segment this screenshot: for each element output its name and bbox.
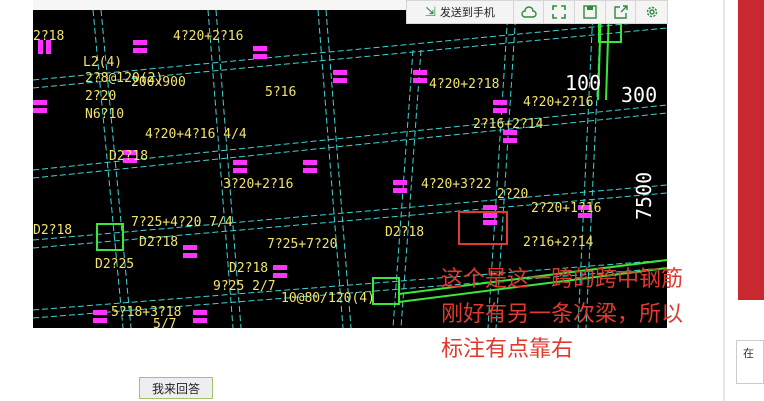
settings-icon (646, 6, 657, 18)
cad-label: 5?16 (265, 85, 296, 100)
cad-label: 5/7 (153, 317, 176, 328)
cad-label: 4?20+2?18 (429, 77, 499, 92)
viewer-toolbar: ⇲ 发送到手机 (406, 0, 668, 24)
send-to-phone-label: 发送到手机 (439, 6, 495, 19)
cad-label: 2?8@120(2) (85, 71, 163, 86)
settings-button[interactable] (636, 1, 667, 23)
cad-label: 9?25 2/7 (213, 279, 276, 294)
cloud-icon (521, 6, 537, 18)
annotation-line: 标注有点靠右 (441, 337, 574, 362)
save-button[interactable] (575, 1, 606, 23)
cad-label: 7?25+7?20 (267, 237, 337, 252)
cad-dimension: 7500 (632, 172, 656, 220)
cad-label: N6?10 (85, 107, 124, 122)
cad-label: L2(4) (83, 55, 122, 70)
cad-label: D2?18 (139, 235, 178, 250)
cad-label: 4?20+4?16 4/4 (145, 127, 247, 142)
answer-button[interactable]: 我来回答 (139, 377, 213, 399)
cad-label: D2?18 (33, 223, 72, 238)
cad-label: D2?18 (229, 261, 268, 276)
cad-label: 2?16+2?14 (523, 235, 594, 250)
cad-label: D2?25 (95, 257, 134, 272)
side-banner (738, 0, 764, 300)
share-button[interactable] (606, 1, 637, 23)
cad-label: 2?16+2?14 (473, 117, 544, 132)
cad-label: 2?18 (33, 29, 64, 44)
send-to-phone-button[interactable]: ⇲ 发送到手机 (407, 1, 514, 23)
cad-dimension: 300 (621, 83, 657, 107)
cad-label: 4?20+3?22 (421, 177, 491, 192)
cad-label: D2?18 (385, 225, 424, 240)
cad-label: 2?20 (85, 89, 116, 104)
cad-label: 4?20+2?16 (523, 95, 593, 110)
annotation-line: 这个是这一跨的跨中钢筋 (441, 267, 684, 292)
cloud-button[interactable] (514, 1, 545, 23)
cad-label: 3?20+2?16 (223, 177, 293, 192)
annotation-text: 这个是这一跨的跨中钢筋 刚好有另一条次梁，所以 标注有点靠右 (441, 262, 764, 367)
annotation-line: 刚好有另一条次梁，所以 (441, 302, 684, 327)
phone-icon: ⇲ (424, 4, 436, 20)
fullscreen-icon (552, 5, 567, 19)
cad-label: 10@80/120(4) (281, 291, 375, 306)
share-icon (613, 5, 628, 19)
cad-label: 2?20+1?16 (531, 201, 601, 216)
cad-label: 2?20 (497, 187, 528, 202)
cad-dimension: 100 (565, 71, 601, 95)
cad-label: 7?25+4?20 7/4 (131, 215, 233, 230)
cad-label: 4?20+2?16 (173, 29, 243, 44)
cad-label: D2?18 (109, 149, 148, 164)
fullscreen-button[interactable] (544, 1, 576, 23)
save-icon (583, 5, 597, 19)
